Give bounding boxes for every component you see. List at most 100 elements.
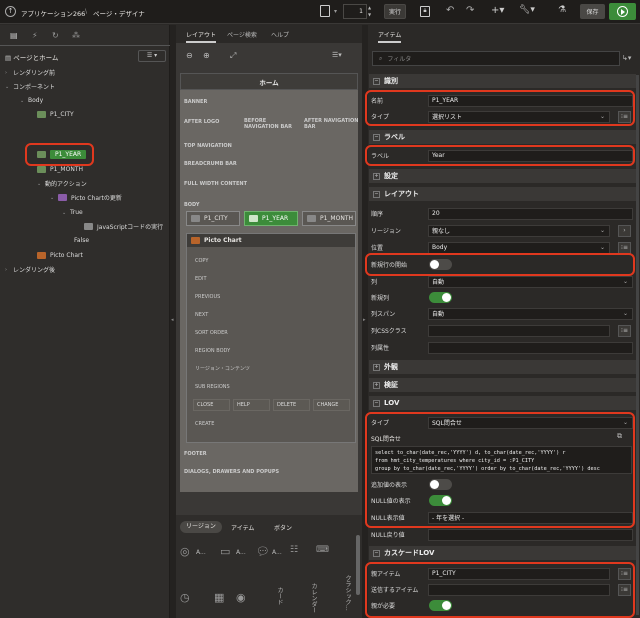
page-node[interactable]: ▤ ページとホーム bbox=[5, 52, 58, 62]
slot-footer[interactable]: FOOTER bbox=[184, 447, 207, 460]
slot-banner[interactable]: BANNER bbox=[184, 95, 207, 108]
button-delete[interactable]: DELETE bbox=[273, 399, 310, 411]
item-chip-p1-month[interactable]: P1_MONTH bbox=[302, 211, 356, 226]
item-chip-p1-city[interactable]: P1_CITY bbox=[186, 211, 240, 226]
region-gallery-icon-5[interactable]: ⌨ bbox=[316, 545, 329, 555]
section-identification[interactable]: − 識別 bbox=[369, 74, 636, 88]
column-span-select[interactable]: 自動 ⌄ bbox=[428, 307, 633, 320]
region-gallery-icon-1[interactable]: ◎ bbox=[180, 545, 190, 558]
tree-node-dynamic-actions[interactable]: ⌄ 動的アクション bbox=[37, 177, 87, 190]
gallery-tab-items[interactable]: アイテム bbox=[231, 523, 254, 532]
tree-node-picto-refresh[interactable]: ⌄ Picto Chartの更新 bbox=[50, 191, 122, 204]
lock-icon[interactable]: 🔒︎ bbox=[420, 6, 430, 17]
tree-node-false[interactable]: False bbox=[74, 234, 89, 247]
tree-node-after-render[interactable]: › レンダリング後 bbox=[5, 263, 55, 276]
gallery-tab-buttons[interactable]: ボタン bbox=[274, 523, 292, 532]
processing-tab-icon[interactable]: ↻ bbox=[52, 31, 59, 40]
region-slot-content[interactable]: リージョン・コンテンツ bbox=[195, 362, 250, 375]
redo-icon[interactable]: ↷ bbox=[466, 5, 474, 16]
run-page-play-button[interactable] bbox=[609, 3, 636, 20]
slot-dialogs[interactable]: DIALOGS, DRAWERS AND POPUPS bbox=[184, 465, 279, 478]
collapse-left-icon[interactable]: ◂ bbox=[171, 317, 174, 323]
button-close[interactable]: CLOSE bbox=[193, 399, 230, 411]
run-page-button[interactable]: 実行 bbox=[384, 4, 406, 19]
position-list-button[interactable]: ⁝≡ bbox=[618, 241, 631, 254]
tree-node-true[interactable]: ⌄ True bbox=[62, 206, 83, 219]
page-stepper-icon[interactable]: ▲ ▼ bbox=[368, 4, 374, 19]
tree-node-js-exec[interactable]: JavaScriptコードの実行 bbox=[84, 220, 163, 233]
slot-breadcrumb[interactable]: BREADCRUMB BAR bbox=[184, 157, 237, 170]
region-gallery-icon-3[interactable]: 💬︎ bbox=[256, 545, 270, 558]
region-gallery-icon-7[interactable]: ▦ bbox=[214, 591, 224, 604]
region-goto-button[interactable]: › bbox=[618, 224, 631, 237]
slot-top-nav[interactable]: TOP NAVIGATION bbox=[184, 139, 232, 152]
go-to-group-icon[interactable]: ↳▾ bbox=[622, 54, 631, 62]
slot-after-nav[interactable]: AFTER NAVIGATION BAR bbox=[304, 115, 359, 132]
column-select[interactable]: 自動 ⌄ bbox=[428, 275, 633, 288]
app-home-icon[interactable]: ↑ bbox=[5, 6, 16, 17]
tree-node-picto-chart[interactable]: Picto Chart bbox=[37, 249, 83, 262]
zoom-out-icon[interactable]: ⊖ bbox=[186, 51, 193, 60]
button-help[interactable]: HELP bbox=[233, 399, 270, 411]
region-slot-sort-order[interactable]: SORT ORDER bbox=[195, 326, 228, 339]
button-create[interactable]: CREATE bbox=[195, 417, 214, 430]
page-number-input[interactable]: 1 bbox=[343, 4, 367, 19]
null-return-input[interactable] bbox=[428, 528, 633, 541]
utilities-wrench-icon[interactable]: 🔧︎▾ bbox=[519, 5, 535, 15]
region-slot-next[interactable]: NEXT bbox=[195, 308, 208, 321]
save-button[interactable]: 保存 bbox=[580, 4, 605, 19]
chevron-down-icon[interactable]: ▾ bbox=[334, 8, 337, 15]
region-gallery-icon-6[interactable]: ◷ bbox=[180, 591, 190, 604]
section-appearance[interactable]: + 外観 bbox=[369, 360, 636, 374]
collapse-right-icon[interactable]: ▸ bbox=[363, 317, 366, 323]
column-css-input[interactable] bbox=[428, 324, 610, 337]
tree-node-p1-month[interactable]: P1_MONTH bbox=[37, 163, 83, 176]
section-layout[interactable]: − レイアウト bbox=[369, 187, 636, 201]
tab-layout[interactable]: レイアウト bbox=[186, 30, 217, 43]
gallery-tab-regions[interactable]: リージョン bbox=[180, 521, 222, 533]
create-icon[interactable]: +▾ bbox=[491, 5, 504, 16]
tab-item[interactable]: アイテム bbox=[378, 30, 402, 43]
dynamic-actions-tab-icon[interactable]: ⚡ bbox=[32, 31, 38, 40]
region-gallery-icon-2[interactable]: ▭ bbox=[220, 545, 230, 558]
tree-node-components[interactable]: ⌄ コンポーネント bbox=[5, 80, 55, 93]
slot-before-nav[interactable]: BEFORE NAVIGATION BAR bbox=[244, 115, 299, 132]
region-slot-edit[interactable]: EDIT bbox=[195, 272, 207, 285]
section-lov[interactable]: − LOV bbox=[369, 396, 636, 410]
slot-after-logo[interactable]: AFTER LOGO bbox=[184, 115, 219, 128]
page-home-bar[interactable]: ホーム bbox=[180, 73, 358, 90]
section-settings[interactable]: + 設定 bbox=[369, 169, 636, 183]
column-attr-input[interactable] bbox=[428, 341, 633, 354]
section-validation[interactable]: + 検証 bbox=[369, 378, 636, 392]
shared-components-icon[interactable]: ⚗ bbox=[558, 5, 566, 15]
property-scrollbar[interactable] bbox=[636, 75, 639, 615]
region-slot-sub-regions[interactable]: SUB REGIONS bbox=[195, 380, 230, 393]
slot-body[interactable]: BODY bbox=[184, 198, 199, 211]
tab-help[interactable]: ヘルプ bbox=[271, 30, 289, 39]
tree-node-body[interactable]: ⌄ Body bbox=[20, 94, 43, 107]
region-gallery-icon-8[interactable]: ◉ bbox=[236, 591, 246, 604]
region-slot-body[interactable]: REGION BODY bbox=[195, 344, 230, 357]
section-cascade-lov[interactable]: − カスケードLOV bbox=[369, 546, 636, 560]
position-select[interactable]: Body ⌄ bbox=[428, 241, 610, 254]
region-slot-previous[interactable]: PREVIOUS bbox=[195, 290, 220, 303]
region-picto-chart[interactable]: Picto Chart COPY EDIT PREVIOUS NEXT SORT… bbox=[186, 233, 356, 443]
section-label[interactable]: − ラベル bbox=[369, 130, 636, 144]
tree-node-before-render[interactable]: › レンダリング前 bbox=[5, 66, 55, 79]
column-css-list-button[interactable]: ⁝≡ bbox=[618, 324, 631, 337]
zoom-in-icon[interactable]: ⊕ bbox=[203, 51, 210, 60]
button-change[interactable]: CHANGE bbox=[313, 399, 350, 411]
tree-menu-button[interactable]: ☰ ▾ bbox=[138, 50, 166, 62]
fit-icon[interactable]: ⤢ bbox=[230, 51, 236, 61]
region-slot-copy[interactable]: COPY bbox=[195, 254, 208, 267]
region-gallery-icon-4[interactable]: ☷ bbox=[290, 545, 298, 555]
region-select[interactable]: 親なし ⌄ bbox=[428, 224, 610, 237]
item-chip-p1-year[interactable]: P1_YEAR bbox=[244, 211, 298, 226]
tree-node-p1-year[interactable]: P1_YEAR bbox=[37, 148, 87, 161]
rendering-tab-icon[interactable]: ▤ bbox=[10, 31, 18, 40]
layout-menu-icon[interactable]: ☰▾ bbox=[332, 51, 342, 59]
shared-components-tab-icon[interactable]: ⁂ bbox=[72, 31, 80, 40]
tab-page-search[interactable]: ページ検索 bbox=[227, 30, 257, 39]
gallery-scrollbar[interactable] bbox=[356, 535, 360, 595]
sequence-input[interactable]: 20 bbox=[428, 207, 633, 220]
